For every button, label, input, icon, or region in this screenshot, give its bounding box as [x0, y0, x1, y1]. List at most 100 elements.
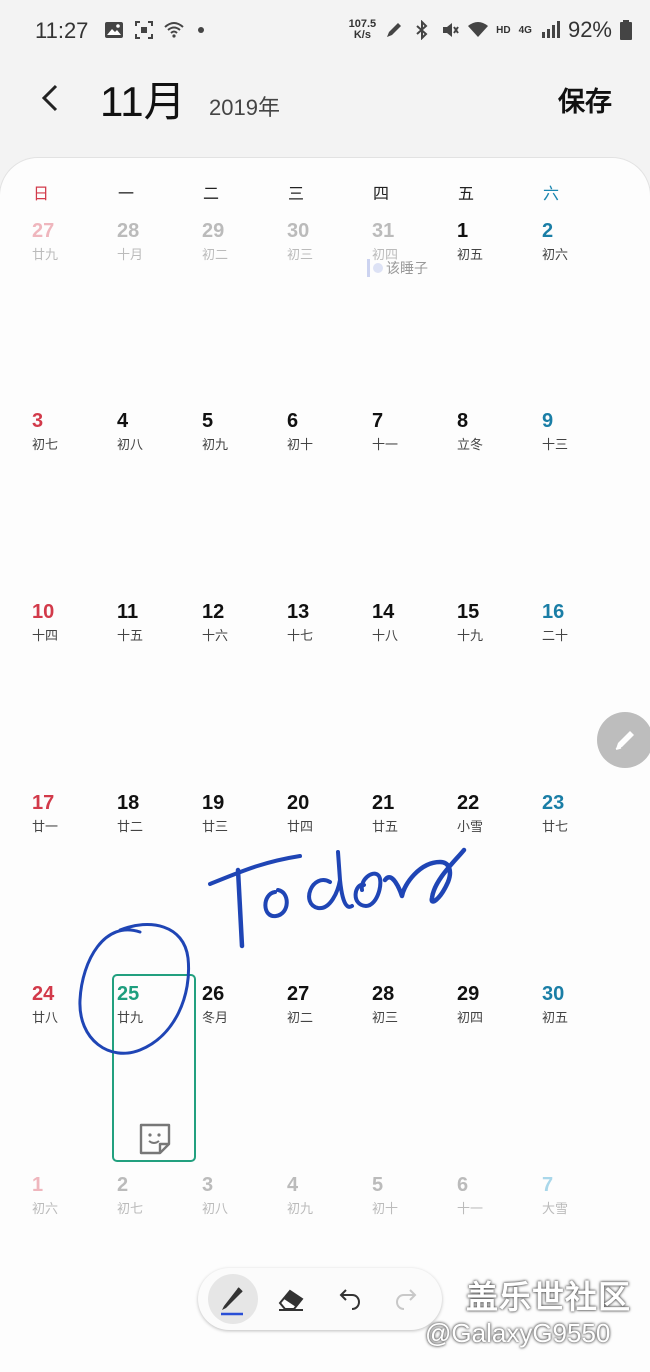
lunar-date: 廿二 — [117, 819, 144, 834]
eraser-button[interactable] — [266, 1274, 316, 1324]
lunar-date: 十八 — [372, 628, 399, 643]
day-number: 28 — [117, 220, 140, 242]
battery-percent: 92% — [567, 17, 612, 42]
network-speed: 107.5 K/s — [348, 18, 377, 41]
day-number: 5 — [202, 410, 214, 432]
lunar-date: 廿一 — [32, 819, 59, 834]
lunar-date: 初八 — [117, 437, 144, 452]
day-number: 17 — [32, 792, 55, 814]
lunar-date: 廿八 — [32, 1010, 59, 1025]
day-cell[interactable]: 21 廿五 — [372, 792, 457, 962]
day-cell[interactable]: 26 冬月 — [202, 983, 287, 1153]
pen-status-icon — [387, 23, 402, 37]
month-title: 11月 — [100, 78, 186, 125]
day-cell[interactable]: 29 初四 — [457, 983, 542, 1153]
day-number: 2 — [542, 220, 554, 242]
day-cell[interactable]: 11 十五 — [117, 601, 202, 771]
redo-button[interactable] — [382, 1274, 432, 1324]
lunar-date: 二十 — [542, 628, 569, 643]
day-cell[interactable]: 30 初三 — [287, 220, 372, 390]
day-cell[interactable]: 17 廿一 — [32, 792, 117, 962]
pen-tool-icon — [221, 1287, 243, 1316]
day-cell[interactable]: 22 小雪 — [457, 792, 542, 962]
day-cell[interactable]: 1 初六 — [32, 1174, 117, 1344]
day-cell[interactable]: 9 十三 — [542, 410, 627, 580]
day-cell[interactable]: 19 廿三 — [202, 792, 287, 962]
eraser-icon — [278, 1289, 304, 1311]
day-cell[interactable]: 24 廿八 — [32, 983, 117, 1153]
day-cell[interactable]: 1 初五 — [457, 220, 542, 390]
day-number: 28 — [372, 983, 395, 1005]
day-cell[interactable]: 6 初十 — [287, 410, 372, 580]
signal-icon — [541, 21, 560, 38]
weekday-label: 一 — [117, 186, 135, 203]
day-cell[interactable]: 13 十七 — [287, 601, 372, 771]
pen-icon — [615, 731, 634, 750]
network-type: 4G — [518, 24, 532, 36]
day-number: 7 — [542, 1174, 554, 1196]
day-cell[interactable]: 28 初三 — [372, 983, 457, 1153]
day-cell[interactable]: 2 初七 — [117, 1174, 202, 1344]
day-cell[interactable]: 3 初七 — [32, 410, 117, 580]
day-number: 15 — [457, 601, 480, 623]
pen-tool-button[interactable] — [208, 1274, 258, 1324]
weekday-label: 日 — [32, 186, 50, 203]
lunar-date: 小雪 — [457, 819, 484, 834]
day-number: 14 — [372, 601, 395, 623]
day-cell[interactable]: 27 廿九 — [32, 220, 117, 390]
back-icon[interactable] — [32, 78, 72, 118]
day-cell[interactable]: 2 初六 — [542, 220, 627, 390]
day-number: 26 — [202, 983, 225, 1005]
weekday-label: 四 — [372, 186, 390, 203]
day-cell[interactable]: 5 初九 — [202, 410, 287, 580]
day-cell[interactable]: 12 十六 — [202, 601, 287, 771]
day-number: 7 — [372, 410, 384, 432]
day-cell[interactable]: 31 初四 — [372, 220, 457, 390]
sticker-icon[interactable] — [138, 1122, 172, 1156]
event-dot-icon — [373, 263, 383, 273]
day-number: 23 — [542, 792, 565, 814]
day-number: 4 — [287, 1174, 299, 1196]
day-cell[interactable]: 15 十九 — [457, 601, 542, 771]
lunar-date: 廿五 — [372, 819, 399, 834]
day-number: 10 — [32, 601, 55, 623]
day-cell[interactable]: 29 初二 — [202, 220, 287, 390]
lunar-date: 廿七 — [542, 819, 569, 834]
day-cell[interactable]: 30 初五 — [542, 983, 627, 1153]
day-number: 12 — [202, 601, 225, 623]
lunar-date: 初十 — [287, 437, 314, 452]
lunar-date: 初六 — [32, 1201, 59, 1216]
event-chip[interactable]: 该睡子 — [367, 258, 428, 278]
calendar-card: 日一二三四五六 27 廿九 28 十月 29 初二 30 初三 31 初四 1 初五 2 初六 3 初七 4 初八… — [0, 158, 650, 1372]
day-cell[interactable]: 18 廿二 — [117, 792, 202, 962]
day-cell[interactable]: 7 十一 — [372, 410, 457, 580]
day-number: 30 — [542, 983, 565, 1005]
lunar-date: 立冬 — [457, 437, 484, 452]
weekday-label: 六 — [542, 186, 560, 203]
undo-button[interactable] — [324, 1274, 374, 1324]
day-number: 11 — [117, 601, 139, 623]
day-cell[interactable]: 4 初八 — [117, 410, 202, 580]
lunar-date: 十一 — [457, 1201, 484, 1216]
day-number: 19 — [202, 792, 225, 814]
day-number: 8 — [457, 410, 469, 432]
lunar-date: 初三 — [372, 1010, 399, 1025]
save-button[interactable]: 保存 — [558, 80, 612, 119]
hd-badge: HD — [496, 24, 511, 36]
day-number: 1 — [32, 1174, 44, 1196]
day-number: 22 — [457, 792, 480, 814]
lunar-date: 廿九 — [32, 247, 59, 262]
redo-icon — [395, 1289, 417, 1310]
day-cell[interactable]: 23 廿七 — [542, 792, 627, 962]
day-cell[interactable]: 20 廿四 — [287, 792, 372, 962]
day-number: 2 — [117, 1174, 129, 1196]
day-cell[interactable]: 10 十四 — [32, 601, 117, 771]
day-cell[interactable]: 27 初二 — [287, 983, 372, 1153]
day-number: 3 — [202, 1174, 214, 1196]
day-cell[interactable]: 8 立冬 — [457, 410, 542, 580]
lunar-date: 初九 — [287, 1201, 314, 1216]
day-cell[interactable]: 28 十月 — [117, 220, 202, 390]
pen-fab-button[interactable] — [597, 712, 650, 768]
day-cell[interactable]: 14 十八 — [372, 601, 457, 771]
lunar-date: 初十 — [372, 1201, 399, 1216]
